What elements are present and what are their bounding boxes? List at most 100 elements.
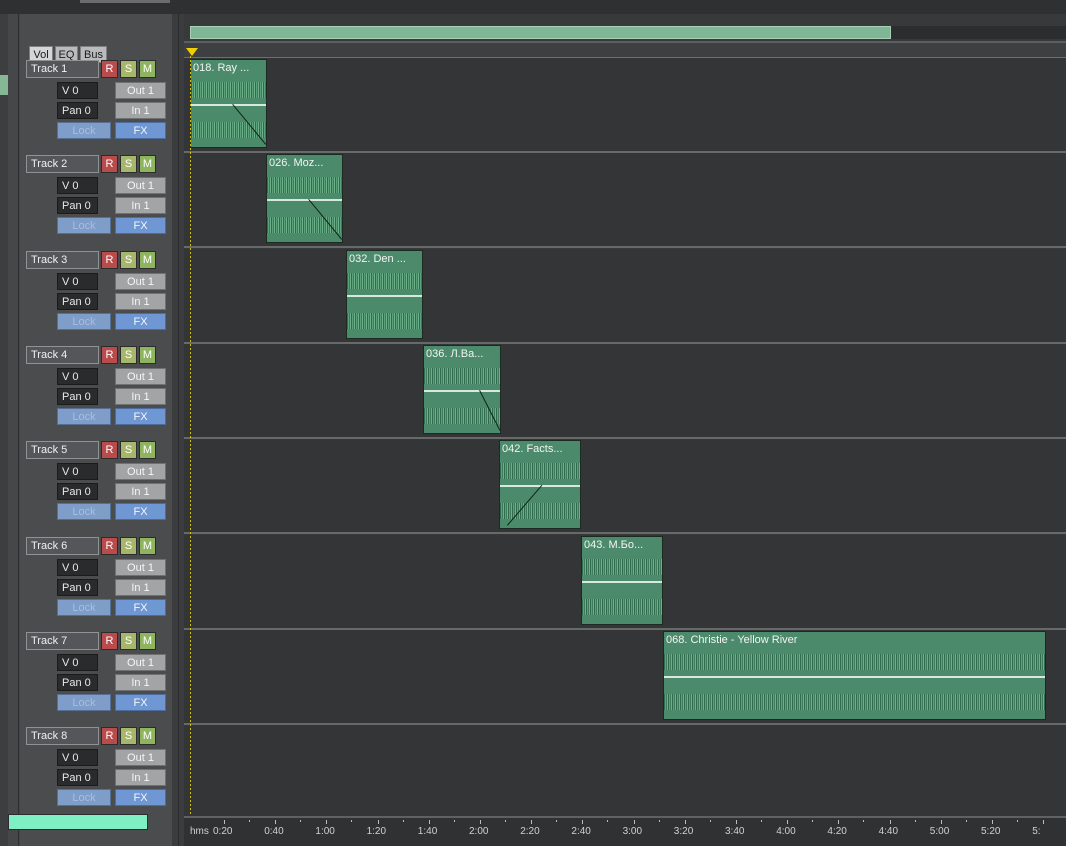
- track-lane[interactable]: 026. Moz...: [184, 153, 1066, 249]
- pan-field[interactable]: Pan 0: [57, 387, 98, 405]
- track-lane[interactable]: 068. Christie - Yellow River: [184, 629, 1066, 725]
- overview-scrollbar[interactable]: [190, 26, 891, 39]
- pan-field[interactable]: Pan 0: [57, 292, 98, 310]
- output-button[interactable]: Out 1: [115, 558, 166, 576]
- output-button[interactable]: Out 1: [115, 653, 166, 671]
- fx-button[interactable]: FX: [115, 407, 166, 425]
- volume-field[interactable]: V 0: [57, 653, 98, 671]
- output-button[interactable]: Out 1: [115, 82, 166, 99]
- audio-clip[interactable]: 026. Moz...: [266, 154, 343, 244]
- track-lane[interactable]: 042. Facts...: [184, 439, 1066, 535]
- track-name-button[interactable]: Track 5: [26, 441, 99, 460]
- input-button[interactable]: In 1: [115, 387, 166, 405]
- solo-button[interactable]: S: [120, 345, 137, 364]
- lock-button[interactable]: Lock: [57, 503, 111, 521]
- track-lane[interactable]: [184, 725, 1066, 821]
- record-button[interactable]: R: [101, 345, 118, 364]
- solo-button[interactable]: S: [120, 155, 137, 174]
- record-button[interactable]: R: [101, 727, 118, 746]
- output-button[interactable]: Out 1: [115, 177, 166, 195]
- volume-field[interactable]: V 0: [57, 749, 98, 767]
- record-button[interactable]: R: [101, 536, 118, 555]
- track-name-button[interactable]: Track 3: [26, 250, 99, 269]
- output-button[interactable]: Out 1: [115, 272, 166, 290]
- fx-button[interactable]: FX: [115, 598, 166, 616]
- mute-button[interactable]: M: [139, 441, 156, 460]
- record-button[interactable]: R: [101, 631, 118, 650]
- mute-button[interactable]: M: [139, 631, 156, 650]
- volume-field[interactable]: V 0: [57, 177, 98, 195]
- record-button[interactable]: R: [101, 155, 118, 174]
- mute-button[interactable]: M: [139, 536, 156, 555]
- mute-button[interactable]: M: [139, 250, 156, 269]
- volume-field[interactable]: V 0: [57, 367, 98, 385]
- solo-button[interactable]: S: [120, 631, 137, 650]
- input-button[interactable]: In 1: [115, 197, 166, 215]
- track-name-button[interactable]: Track 4: [26, 345, 99, 364]
- solo-button[interactable]: S: [120, 536, 137, 555]
- pan-field[interactable]: Pan 0: [57, 578, 98, 596]
- volume-field[interactable]: V 0: [57, 463, 98, 481]
- lock-button[interactable]: Lock: [57, 693, 111, 711]
- fx-button[interactable]: FX: [115, 217, 166, 235]
- pan-field[interactable]: Pan 0: [57, 102, 98, 119]
- volume-field[interactable]: V 0: [57, 558, 98, 576]
- volume-field[interactable]: V 0: [57, 272, 98, 290]
- fx-button[interactable]: FX: [115, 122, 166, 139]
- track-name-button[interactable]: Track 6: [26, 536, 99, 555]
- fx-button[interactable]: FX: [115, 503, 166, 521]
- audio-clip[interactable]: 043. М.Бо...: [581, 535, 663, 625]
- solo-button[interactable]: S: [120, 250, 137, 269]
- lock-button[interactable]: Lock: [57, 217, 111, 235]
- time-ruler[interactable]: hms 0:20 0:40 1:00 1:20 1:40 2:00 2:20 2:40 3:00…: [184, 816, 1066, 846]
- volume-field[interactable]: V 0: [57, 82, 98, 99]
- record-button[interactable]: R: [101, 250, 118, 269]
- audio-clip[interactable]: 036. Л.Ва...: [423, 344, 501, 434]
- input-button[interactable]: In 1: [115, 102, 166, 119]
- fx-button[interactable]: FX: [115, 789, 166, 807]
- pan-field[interactable]: Pan 0: [57, 197, 98, 215]
- output-button[interactable]: Out 1: [115, 463, 166, 481]
- track-name-button[interactable]: Track 8: [26, 727, 99, 746]
- lock-button[interactable]: Lock: [57, 312, 111, 330]
- fx-button[interactable]: FX: [115, 312, 166, 330]
- track-lane[interactable]: 018. Ray ...: [184, 58, 1066, 153]
- bottom-indicator[interactable]: [8, 814, 148, 830]
- input-button[interactable]: In 1: [115, 578, 166, 596]
- audio-clip[interactable]: 032. Den ...: [346, 249, 423, 339]
- playhead-marker[interactable]: [186, 48, 198, 56]
- lock-button[interactable]: Lock: [57, 598, 111, 616]
- record-button[interactable]: R: [101, 60, 118, 78]
- solo-button[interactable]: S: [120, 60, 137, 78]
- mute-button[interactable]: M: [139, 155, 156, 174]
- lock-button[interactable]: Lock: [57, 407, 111, 425]
- input-button[interactable]: In 1: [115, 483, 166, 501]
- track-name-button[interactable]: Track 1: [26, 60, 99, 78]
- track-lane[interactable]: 043. М.Бо...: [184, 534, 1066, 630]
- track-name-button[interactable]: Track 7: [26, 631, 99, 650]
- output-button[interactable]: Out 1: [115, 749, 166, 767]
- lock-button[interactable]: Lock: [57, 789, 111, 807]
- track-lane[interactable]: 036. Л.Ва...: [184, 343, 1066, 439]
- solo-button[interactable]: S: [120, 441, 137, 460]
- solo-button[interactable]: S: [120, 727, 137, 746]
- overview-track[interactable]: [891, 26, 1066, 39]
- pan-field[interactable]: Pan 0: [57, 483, 98, 501]
- track-name-button[interactable]: Track 2: [26, 155, 99, 174]
- pan-field[interactable]: Pan 0: [57, 673, 98, 691]
- lock-button[interactable]: Lock: [57, 122, 111, 139]
- pan-field[interactable]: Pan 0: [57, 769, 98, 787]
- fx-button[interactable]: FX: [115, 693, 166, 711]
- mute-button[interactable]: M: [139, 727, 156, 746]
- track-lane[interactable]: 032. Den ...: [184, 248, 1066, 344]
- timeline-area[interactable]: 018. Ray ... 026. Moz... 032. Den ... 036. …: [184, 14, 1066, 846]
- input-button[interactable]: In 1: [115, 769, 166, 787]
- audio-clip[interactable]: 068. Christie - Yellow River: [663, 630, 1046, 720]
- record-button[interactable]: R: [101, 441, 118, 460]
- mute-button[interactable]: M: [139, 345, 156, 364]
- input-button[interactable]: In 1: [115, 673, 166, 691]
- input-button[interactable]: In 1: [115, 292, 166, 310]
- output-button[interactable]: Out 1: [115, 367, 166, 385]
- audio-clip[interactable]: 018. Ray ...: [190, 59, 267, 148]
- mute-button[interactable]: M: [139, 60, 156, 78]
